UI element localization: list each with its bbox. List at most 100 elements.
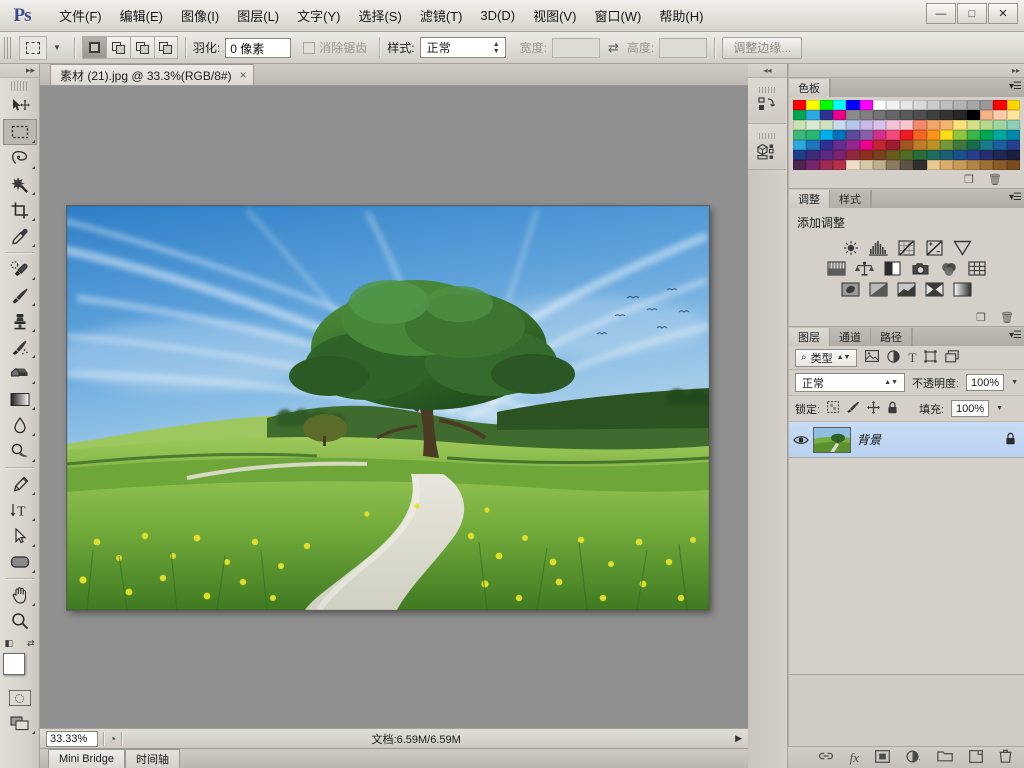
color-swatch[interactable] bbox=[979, 150, 994, 160]
tab-adjustments[interactable]: 调整 bbox=[789, 190, 830, 208]
layer-style-icon[interactable]: fx bbox=[850, 750, 859, 766]
options-bar-grip[interactable] bbox=[4, 36, 13, 59]
style-select[interactable]: 正常 ▲ ▼ bbox=[419, 37, 506, 58]
color-swatch[interactable] bbox=[979, 160, 994, 170]
refine-edge-button[interactable]: 调整边缘... bbox=[722, 36, 803, 59]
color-swatch[interactable] bbox=[899, 160, 914, 170]
color-swatch[interactable] bbox=[913, 130, 927, 140]
menu-window[interactable]: 窗口(W) bbox=[585, 2, 650, 29]
color-swatch[interactable] bbox=[819, 100, 834, 110]
color-swatch[interactable] bbox=[886, 160, 900, 170]
color-swatch[interactable] bbox=[979, 130, 994, 140]
color-swatch[interactable] bbox=[899, 120, 914, 130]
color-swatch[interactable] bbox=[873, 130, 887, 140]
layer-row-background[interactable]: 背景 bbox=[789, 422, 1024, 458]
color-swatch[interactable] bbox=[926, 110, 940, 120]
color-swatch[interactable] bbox=[926, 160, 940, 170]
color-swatch[interactable] bbox=[833, 140, 847, 150]
color-swatch[interactable] bbox=[873, 120, 887, 130]
add-to-selection-button[interactable] bbox=[105, 36, 130, 59]
color-swatch[interactable] bbox=[939, 160, 954, 170]
color-swatch[interactable] bbox=[819, 160, 834, 170]
color-swatch[interactable] bbox=[899, 140, 914, 150]
color-swatch[interactable] bbox=[939, 120, 954, 130]
black-white-icon[interactable] bbox=[883, 260, 902, 277]
color-swatch[interactable] bbox=[953, 130, 967, 140]
lock-image-pixels-icon[interactable] bbox=[846, 401, 860, 416]
color-swatch[interactable] bbox=[953, 150, 967, 160]
color-swatch[interactable] bbox=[939, 150, 954, 160]
color-swatch[interactable] bbox=[819, 140, 834, 150]
menu-image[interactable]: 图像(I) bbox=[172, 2, 228, 29]
color-swatch[interactable] bbox=[966, 100, 980, 110]
color-swatch[interactable] bbox=[899, 110, 914, 120]
color-swatch[interactable] bbox=[979, 110, 994, 120]
eraser-tool[interactable] bbox=[3, 360, 37, 386]
color-swatch[interactable] bbox=[833, 130, 847, 140]
color-swatch[interactable] bbox=[913, 160, 927, 170]
color-swatch[interactable] bbox=[846, 160, 860, 170]
color-swatch[interactable] bbox=[953, 110, 967, 120]
color-swatch[interactable] bbox=[859, 110, 874, 120]
toolbox-grip[interactable] bbox=[10, 81, 29, 91]
color-swatch[interactable] bbox=[966, 150, 980, 160]
color-swatch[interactable] bbox=[1006, 160, 1020, 170]
color-swatch[interactable] bbox=[873, 160, 887, 170]
color-swatch[interactable] bbox=[993, 100, 1007, 110]
fill-chevron-down-icon[interactable]: ▼ bbox=[996, 405, 1003, 412]
tab-styles[interactable]: 样式 bbox=[830, 190, 871, 208]
color-swatch[interactable] bbox=[806, 130, 820, 140]
color-swatch[interactable] bbox=[979, 100, 994, 110]
color-swatch[interactable] bbox=[926, 140, 940, 150]
path-selection-tool[interactable] bbox=[3, 523, 37, 549]
antialias-checkbox[interactable] bbox=[303, 41, 316, 54]
color-swatch[interactable] bbox=[939, 100, 954, 110]
swap-width-height-icon[interactable]: ⇄ bbox=[608, 40, 619, 56]
canvas-area[interactable] bbox=[40, 86, 748, 728]
color-swatch[interactable] bbox=[1006, 130, 1020, 140]
color-swatch[interactable] bbox=[806, 140, 820, 150]
color-swatch[interactable] bbox=[873, 150, 887, 160]
filter-smart-object-icon[interactable] bbox=[945, 349, 960, 366]
height-input[interactable] bbox=[659, 37, 708, 58]
tab-layers[interactable]: 图层 bbox=[789, 328, 830, 346]
color-swatch[interactable] bbox=[859, 140, 874, 150]
color-swatch[interactable] bbox=[793, 120, 807, 130]
width-input[interactable] bbox=[551, 37, 600, 58]
crop-tool[interactable] bbox=[3, 197, 37, 223]
color-swatch[interactable] bbox=[806, 100, 820, 110]
hand-tool[interactable] bbox=[3, 582, 37, 608]
menu-help[interactable]: 帮助(H) bbox=[650, 2, 712, 29]
color-swatch[interactable] bbox=[993, 140, 1007, 150]
tool-preset-chevron-down-icon[interactable]: ▼ bbox=[53, 43, 61, 52]
pen-tool[interactable] bbox=[3, 471, 37, 497]
color-swatch[interactable] bbox=[953, 120, 967, 130]
color-swatch[interactable] bbox=[859, 120, 874, 130]
menu-filter[interactable]: 滤镜(T) bbox=[411, 2, 472, 29]
color-swatch[interactable] bbox=[886, 140, 900, 150]
menu-type[interactable]: 文字(Y) bbox=[288, 2, 349, 29]
tab-mini-bridge[interactable]: Mini Bridge bbox=[48, 749, 126, 768]
brush-tool[interactable] bbox=[3, 282, 37, 308]
lasso-tool[interactable] bbox=[3, 145, 37, 171]
color-swatch[interactable] bbox=[993, 110, 1007, 120]
quick-selection-tool[interactable] bbox=[3, 171, 37, 197]
menu-select[interactable]: 选择(S) bbox=[349, 2, 410, 29]
rectangular-marquee-tool[interactable] bbox=[2, 119, 37, 145]
eyedropper-tool[interactable] bbox=[3, 223, 37, 249]
layer-filter-kind-select[interactable]: ⌕ 类型 ▲▼ bbox=[795, 348, 858, 367]
color-swatch[interactable] bbox=[873, 140, 887, 150]
color-swatch[interactable] bbox=[1006, 110, 1020, 120]
color-swatch[interactable] bbox=[806, 160, 820, 170]
default-colors-icon[interactable]: ◧ bbox=[5, 638, 14, 649]
gradient-map-icon[interactable] bbox=[925, 281, 944, 298]
color-swatch[interactable] bbox=[993, 120, 1007, 130]
color-swatch[interactable] bbox=[793, 130, 807, 140]
color-swatch[interactable] bbox=[833, 160, 847, 170]
color-swatch[interactable] bbox=[873, 100, 887, 110]
layers-panel-menu-icon[interactable]: ▾☰ bbox=[1009, 330, 1022, 341]
menu-3d[interactable]: 3D(D) bbox=[471, 4, 524, 27]
hue-saturation-icon[interactable] bbox=[827, 260, 846, 277]
color-swatch[interactable] bbox=[993, 150, 1007, 160]
color-swatch[interactable] bbox=[993, 160, 1007, 170]
